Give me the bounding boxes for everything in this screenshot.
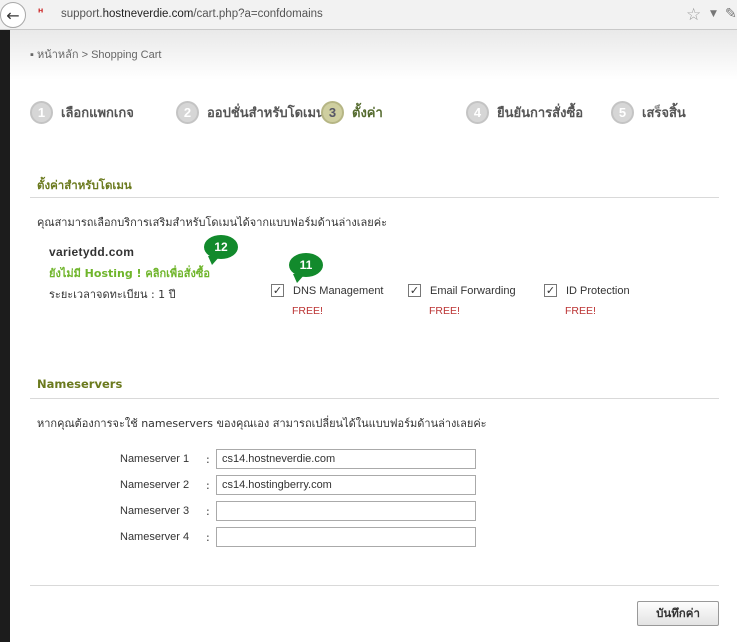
section-divider [30,197,719,198]
step-number: 5 [611,101,634,124]
step-3: 3 ตั้งค่า [321,101,383,124]
addon-email-forwarding[interactable]: ✓ Email Forwarding [408,284,516,297]
step-5[interactable]: 5 เสร็จสิ้น [611,101,686,124]
step-1[interactable]: 1 เลือกแพกเกจ [30,101,134,124]
callout-bubble-12: 12 [204,235,238,265]
colon: : [206,530,210,544]
save-button[interactable]: บันทึกค่า [637,601,719,626]
colon: : [206,504,210,518]
nameserver-row-1: Nameserver 1 : [120,449,476,469]
nameserver-label: Nameserver 3 [120,505,190,517]
addon-id-protection[interactable]: ✓ ID Protection [544,284,630,297]
nameserver-row-4: Nameserver 4 : [120,527,476,547]
step-number: 1 [30,101,53,124]
nameserver-2-input[interactable] [216,475,476,495]
dns-management-checkbox[interactable]: ✓ [271,284,284,297]
step-label: ตั้งค่า [352,106,383,121]
domain-config-title: ตั้งค่าสำหรับโดเมน [37,178,132,192]
callout-bubble-11: 11 [289,253,323,283]
breadcrumb[interactable]: ▪ หน้าหลัก > Shopping Cart [30,45,161,63]
nameserver-label: Nameserver 4 [120,531,190,543]
url-path: /cart.php?a=confdomains [193,8,323,20]
address-bar[interactable]: support.hostneverdie.com/cart.php?a=conf… [61,8,323,20]
back-arrow-icon[interactable]: ← [0,2,26,28]
step-label: เลือกแพกเกจ [61,106,134,121]
nameserver-3-input[interactable] [216,501,476,521]
id-protection-checkbox[interactable]: ✓ [544,284,557,297]
step-label: ออปชั่นสำหรับโดเมน [207,106,325,121]
nameserver-row-3: Nameserver 3 : [120,501,476,521]
domain-name: varietydd.com [49,245,135,259]
colon: : [206,452,210,466]
window-left-edge [0,30,10,642]
addon-label: DNS Management [293,284,384,297]
addon-dns-management[interactable]: ✓ DNS Management [271,284,384,297]
nameserver-4-input[interactable] [216,527,476,547]
addon-price: FREE! [565,305,596,317]
step-number: 2 [176,101,199,124]
url-domain: hostneverdie.com [102,8,194,20]
nameservers-title: Nameservers [37,377,123,391]
footer-divider [30,585,719,586]
wrench-icon[interactable]: ✎ [725,6,737,22]
domain-config-intro: คุณสามารถเลือกบริการเสริมสำหรับโดเมนได้จ… [37,216,388,229]
step-2[interactable]: 2 ออปชั่นสำหรับโดเมน [176,101,325,124]
section-divider [30,398,719,399]
nameservers-intro: หากคุณต้องการจะใช้ nameservers ของคุณเอง… [37,417,487,430]
url-prefix: support. [61,8,103,20]
email-forwarding-checkbox[interactable]: ✓ [408,284,421,297]
addon-price: FREE! [292,305,323,317]
addon-label: Email Forwarding [430,284,516,297]
nameserver-label: Nameserver 1 [120,453,190,465]
step-4[interactable]: 4 ยืนยันการสั่งซื้อ [466,101,583,124]
site-favicon-icon: ᴴ [38,8,44,19]
step-label: เสร็จสิ้น [642,106,686,121]
chevron-down-icon[interactable]: ▼ [710,9,717,19]
colon: : [206,478,210,492]
order-hosting-link[interactable]: ยังไม่มี Hosting ! คลิกเพื่อสั่งซื้อ [49,264,210,282]
nameserver-row-2: Nameserver 2 : [120,475,476,495]
step-label: ยืนยันการสั่งซื้อ [497,106,584,121]
browser-toolbar: ← ᴴ support.hostneverdie.com/cart.php?a=… [0,0,737,30]
step-number: 4 [466,101,489,124]
step-number: 3 [321,101,344,124]
addon-price: FREE! [429,305,460,317]
checkout-steps: 1 เลือกแพกเกจ 2 ออปชั่นสำหรับโดเมน 3 ตั้… [30,101,730,127]
registration-period: ระยะเวลาจดทะเบียน : 1 ปี [49,288,176,301]
addon-label: ID Protection [566,284,630,297]
nameserver-label: Nameserver 2 [120,479,190,491]
bookmark-star-icon[interactable]: ☆ [686,5,701,25]
nameserver-1-input[interactable] [216,449,476,469]
